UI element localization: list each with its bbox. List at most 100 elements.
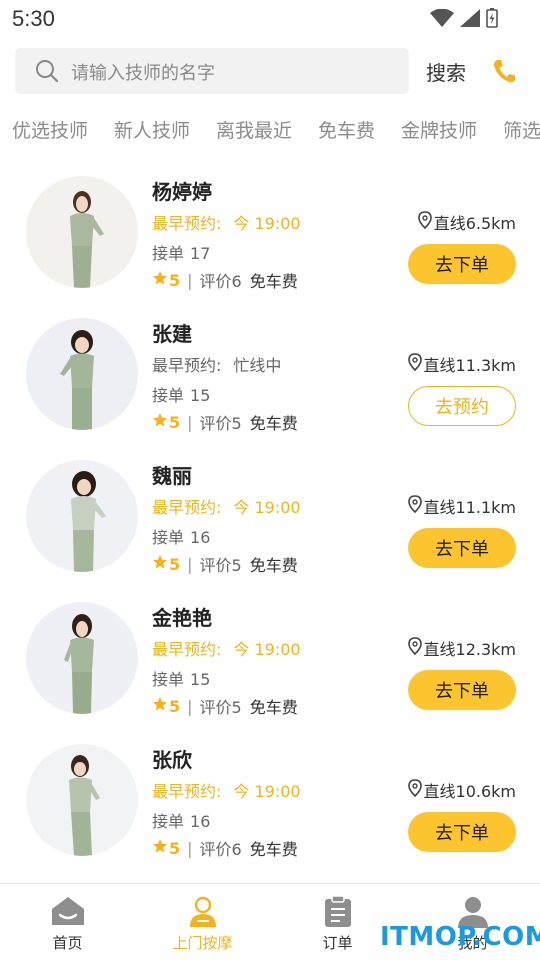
earliest-booking: 最早预约: 今 19:00 — [152, 210, 301, 234]
free-fare-badge: 免车费 — [249, 414, 298, 433]
rating-row: 5 | 评价6 免车费 — [152, 836, 298, 860]
filter-tab-nearest[interactable]: 离我最近 — [216, 116, 292, 143]
earliest-booking-label: 最早预约: — [152, 356, 222, 375]
order-icon — [324, 895, 352, 932]
order-button[interactable]: 去下单 — [408, 528, 516, 568]
search-input[interactable]: 请输入技师的名字 — [71, 59, 215, 85]
earliest-booking: 最早预约: 今 19:00 — [152, 636, 301, 660]
order-count-label: 接单 — [152, 244, 185, 263]
location-pin-icon — [407, 495, 422, 517]
order-count: 接单 16 — [152, 808, 210, 832]
rating-score: 5 — [169, 412, 181, 432]
technician-name: 金艳艳 — [152, 606, 212, 630]
earliest-booking-value: 今 19:00 — [233, 214, 301, 233]
avatar — [26, 176, 138, 288]
location-pin-icon — [407, 353, 422, 375]
location-pin-icon — [407, 779, 422, 801]
earliest-booking: 最早预约: 今 19:00 — [152, 494, 301, 518]
order-count: 接单 16 — [152, 524, 210, 548]
rating-row: 5 | 评价5 免车费 — [152, 552, 298, 576]
distance-value: 直线11.1km — [423, 498, 516, 517]
tab-label: 上门按摩 — [172, 934, 233, 952]
avatar — [26, 744, 138, 856]
distance-value: 直线6.5km — [433, 214, 516, 233]
order-count: 接单 15 — [152, 666, 210, 690]
tab-home[interactable]: 首页 — [0, 884, 135, 960]
status-bar: 5:30 — [0, 0, 540, 38]
order-count-label: 接单 — [152, 528, 185, 547]
search-box[interactable]: 请输入技师的名字 — [15, 48, 409, 94]
rating-score: 5 — [169, 270, 181, 290]
rating-score: 5 — [169, 838, 181, 858]
free-fare-badge: 免车费 — [249, 698, 298, 717]
technician-card[interactable]: 魏丽 最早预约: 今 19:00 接单 16 5 | 评价5 免车费 直线11.1k… — [0, 452, 540, 582]
review-count: 评价5 — [199, 556, 242, 575]
filter-tab-preferred[interactable]: 优选技师 — [12, 116, 88, 143]
free-fare-badge: 免车费 — [249, 272, 298, 291]
location-pin-icon — [417, 211, 432, 233]
rating-score: 5 — [169, 696, 181, 716]
book-button[interactable]: 去预约 — [408, 386, 516, 426]
search-icon — [35, 59, 59, 87]
wifi-icon — [430, 9, 454, 27]
order-count: 接单 17 — [152, 240, 210, 264]
earliest-booking-value: 忙线中 — [233, 356, 282, 375]
technician-card[interactable]: 杨婷婷 最早预约: 今 19:00 接单 17 5 | 评价6 免车费 直线6.5k… — [0, 168, 540, 298]
filter-tab-free-fare[interactable]: 免车费 — [318, 116, 375, 143]
order-count-label: 接单 — [152, 386, 185, 405]
free-fare-badge: 免车费 — [249, 556, 298, 575]
location-pin-icon — [407, 637, 422, 659]
technician-card[interactable]: 张欣 最早预约: 今 19:00 接单 16 5 | 评价6 免车费 直线10.6k… — [0, 736, 540, 866]
distance-value: 直线11.3km — [423, 356, 516, 375]
filter-tab-gold[interactable]: 金牌技师 — [401, 116, 477, 143]
divider: | — [187, 696, 193, 716]
distance: 直线12.3km — [407, 636, 516, 660]
technician-card[interactable]: 张建 最早预约: 忙线中 接单 15 5 | 评价5 免车费 直线11.3km 去预… — [0, 310, 540, 440]
tab-label: 首页 — [52, 934, 83, 952]
earliest-booking-label: 最早预约: — [152, 214, 222, 233]
search-row: 请输入技师的名字 搜索 — [0, 48, 540, 96]
order-count: 接单 15 — [152, 382, 210, 406]
technician-name: 张欣 — [152, 748, 192, 772]
home-icon — [51, 896, 85, 930]
technician-card[interactable]: 金艳艳 最早预约: 今 19:00 接单 15 5 | 评价5 免车费 直线12.3… — [0, 594, 540, 724]
rating-row: 5 | 评价5 免车费 — [152, 694, 298, 718]
order-count-value: 16 — [190, 528, 211, 547]
earliest-booking-label: 最早预约: — [152, 782, 222, 801]
battery-icon — [486, 8, 498, 28]
search-button[interactable]: 搜索 — [426, 57, 466, 86]
status-icons — [430, 8, 498, 28]
review-count: 评价5 — [199, 698, 242, 717]
avatar — [26, 460, 138, 572]
earliest-booking-value: 今 19:00 — [233, 782, 301, 801]
earliest-booking-label: 最早预约: — [152, 498, 222, 517]
phone-icon[interactable] — [492, 58, 516, 88]
watermark: ITMOP.COM — [380, 922, 540, 952]
earliest-booking-value: 今 19:00 — [233, 498, 301, 517]
earliest-booking: 最早预约: 忙线中 — [152, 352, 281, 376]
order-button[interactable]: 去下单 — [408, 670, 516, 710]
avatar — [26, 318, 138, 430]
distance: 直线6.5km — [417, 210, 516, 234]
order-count-value: 15 — [190, 386, 211, 405]
avatar — [26, 602, 138, 714]
distance-value: 直线12.3km — [423, 640, 516, 659]
filter-tabs: 优选技师 新人技师 离我最近 免车费 金牌技师 筛选 — [0, 116, 540, 150]
distance: 直线11.3km — [407, 352, 516, 376]
rating-score: 5 — [169, 554, 181, 574]
star-icon — [152, 554, 168, 574]
filter-tab-new[interactable]: 新人技师 — [114, 116, 190, 143]
technician-name: 魏丽 — [152, 464, 192, 488]
free-fare-badge: 免车费 — [249, 840, 298, 859]
order-button[interactable]: 去下单 — [408, 244, 516, 284]
order-count-label: 接单 — [152, 812, 185, 831]
massage-icon — [187, 896, 219, 932]
filter-tab-filter[interactable]: 筛选 — [503, 116, 540, 143]
technician-name: 张建 — [152, 322, 192, 346]
earliest-booking-value: 今 19:00 — [233, 640, 301, 659]
tab-home-massage[interactable]: 上门按摩 — [135, 884, 270, 960]
star-icon — [152, 838, 168, 858]
rating-row: 5 | 评价5 免车费 — [152, 410, 298, 434]
order-button[interactable]: 去下单 — [408, 812, 516, 852]
star-icon — [152, 270, 168, 290]
